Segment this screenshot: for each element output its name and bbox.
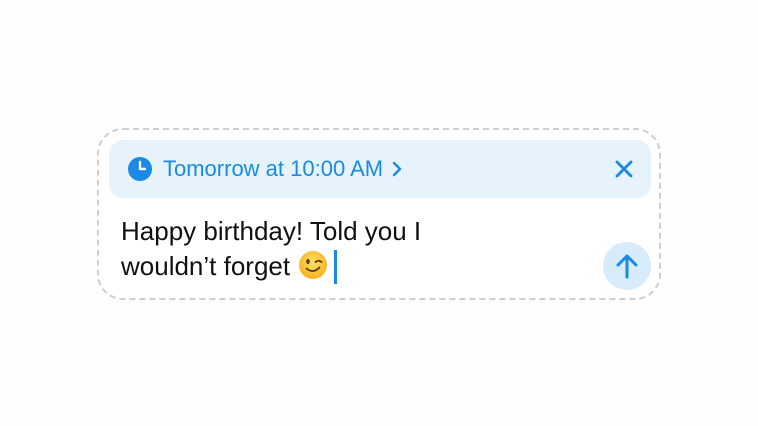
scheduled-time-label[interactable]: Tomorrow at 10:00 AM (163, 158, 383, 180)
scheduled-send-banner[interactable]: Tomorrow at 10:00 AM (109, 140, 651, 198)
clock-icon (128, 157, 152, 181)
winking-face-emoji (299, 251, 328, 279)
message-composer: Tomorrow at 10:00 AM Happy birthday! Tol… (97, 128, 661, 300)
arrow-up-icon (616, 254, 638, 279)
message-input[interactable]: Happy birthday! Told you I wouldn’t forg… (121, 214, 561, 284)
message-line-2: wouldn’t forget (121, 251, 291, 281)
chevron-right-icon[interactable] (391, 160, 403, 178)
close-icon[interactable] (613, 158, 635, 180)
send-button[interactable] (603, 242, 651, 290)
text-cursor (334, 250, 338, 284)
message-line-1: Happy birthday! Told you I (121, 216, 422, 246)
